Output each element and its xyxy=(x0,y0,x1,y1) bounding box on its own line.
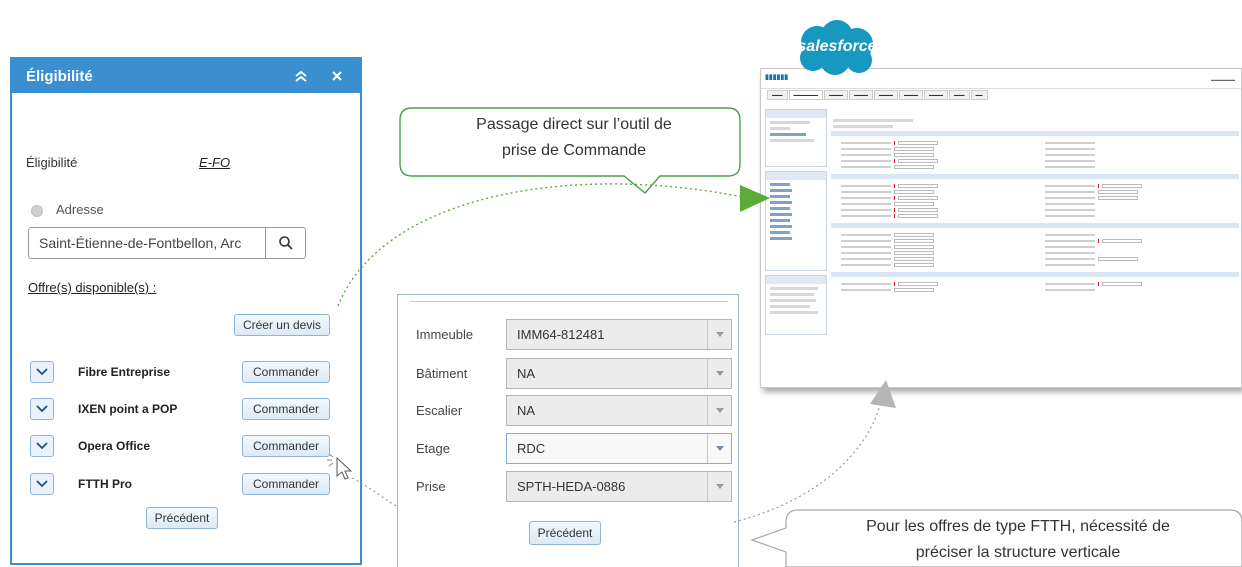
top-callout-line2: prise de Commande xyxy=(501,142,647,159)
mouse-cursor-icon xyxy=(327,453,353,480)
top-callout-text: Passage direct sur l’outil de prise de C… xyxy=(408,112,740,164)
bottom-callout-line1: Pour les offres de type FTTH, nécessité … xyxy=(866,518,1170,535)
green-arrow-icon xyxy=(740,185,770,212)
annotation-overlay xyxy=(327,107,1242,567)
top-callout-line1: Passage direct sur l’outil de xyxy=(476,116,672,133)
green-dotted-connector xyxy=(337,183,749,307)
gray-dotted-connector-2 xyxy=(733,397,883,523)
bottom-callout-line2: préciser la structure verticale xyxy=(915,544,1121,561)
bottom-callout-text: Pour les offres de type FTTH, nécessité … xyxy=(795,514,1241,566)
gray-arrow-icon xyxy=(870,380,896,408)
gray-dotted-connector xyxy=(351,477,399,508)
